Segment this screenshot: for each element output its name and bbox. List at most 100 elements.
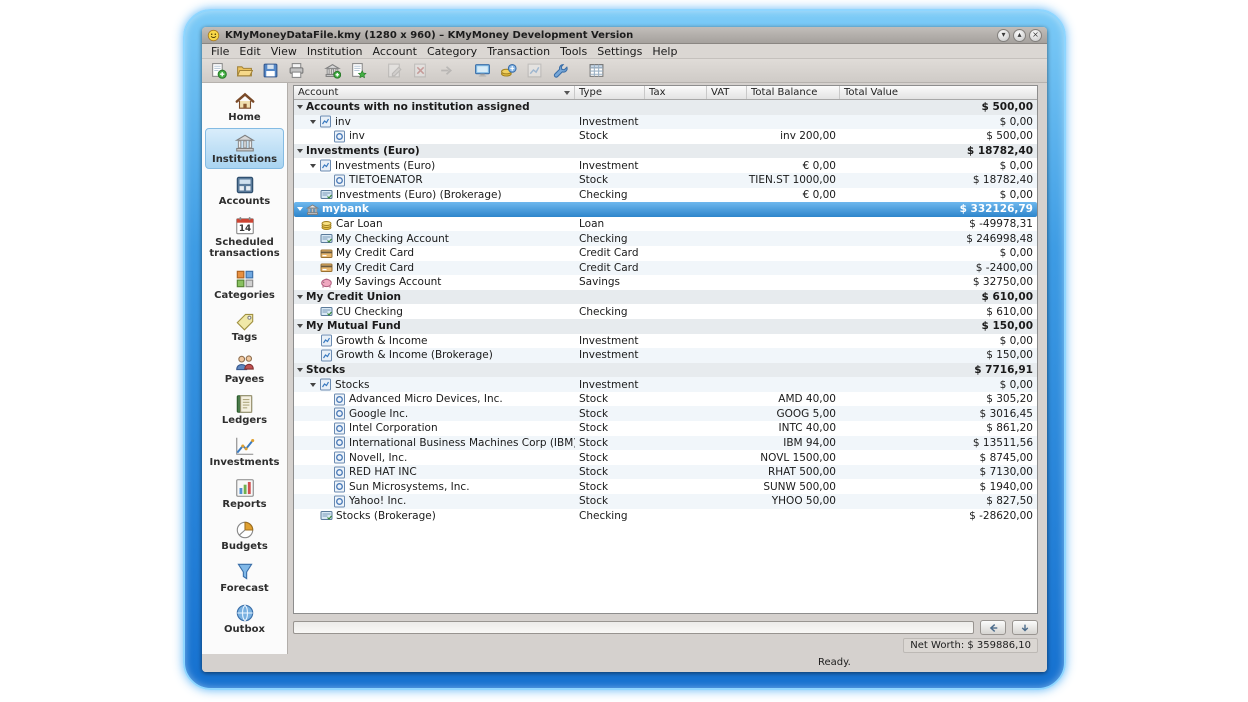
- expand-arrow[interactable]: [297, 105, 303, 109]
- sidebar-item-home[interactable]: Home: [205, 86, 284, 127]
- table-row[interactable]: My Savings AccountSavings$ 32750,00: [294, 275, 1037, 290]
- table-row[interactable]: My Credit CardCredit Card$ 0,00: [294, 246, 1037, 261]
- save-button[interactable]: [259, 60, 283, 82]
- sidebar-item-investments[interactable]: Investments: [205, 431, 284, 472]
- table-row[interactable]: Stocks$ 7716,91: [294, 363, 1037, 378]
- sidebar-item-reports[interactable]: Reports: [205, 473, 284, 514]
- table-row[interactable]: My Credit Union$ 610,00: [294, 290, 1037, 305]
- expand-arrow[interactable]: [310, 383, 316, 387]
- status-right-button[interactable]: [1012, 620, 1038, 635]
- table-row[interactable]: Yahoo! Inc.StockYHOO 50,00$ 827,50: [294, 494, 1037, 509]
- column-header-vat[interactable]: VAT: [707, 86, 747, 99]
- menu-category[interactable]: Category: [422, 45, 482, 58]
- credit-card-icon: [320, 247, 333, 260]
- table-row[interactable]: My Mutual Fund$ 150,00: [294, 319, 1037, 334]
- sidebar-item-forecast[interactable]: Forecast: [205, 557, 284, 598]
- column-header-tax[interactable]: Tax: [645, 86, 707, 99]
- table-row[interactable]: Growth & Income (Brokerage)Investment$ 1…: [294, 348, 1037, 363]
- table-row[interactable]: RED HAT INCStockRHAT 500,00$ 7130,00: [294, 465, 1037, 480]
- sidebar-item-budgets[interactable]: Budgets: [205, 515, 284, 556]
- menu-file[interactable]: File: [206, 45, 234, 58]
- checking-icon: [320, 188, 333, 201]
- expand-arrow[interactable]: [297, 295, 303, 299]
- table-row[interactable]: Sun Microsystems, Inc.StockSUNW 500,00$ …: [294, 479, 1037, 494]
- expand-arrow[interactable]: [310, 120, 316, 124]
- tools-button[interactable]: [549, 60, 573, 82]
- sidebar-item-scheduled-transactions[interactable]: 14Scheduled transactions: [205, 211, 284, 263]
- title-bar[interactable]: KMyMoneyDataFile.kmy (1280 x 960) – KMyM…: [202, 27, 1047, 44]
- sidebar-item-categories[interactable]: Categories: [205, 264, 284, 305]
- column-header-account[interactable]: Account: [294, 86, 575, 99]
- table-row[interactable]: invStockinv 200,00$ 500,00: [294, 129, 1037, 144]
- menu-edit[interactable]: Edit: [234, 45, 265, 58]
- table-row[interactable]: Investments (Euro)Investment€ 0,00$ 0,00: [294, 158, 1037, 173]
- menu-institution[interactable]: Institution: [302, 45, 368, 58]
- table-row[interactable]: Advanced Micro Devices, Inc.StockAMD 40,…: [294, 392, 1037, 407]
- menu-settings[interactable]: Settings: [592, 45, 647, 58]
- open-file-button[interactable]: [233, 60, 257, 82]
- table-row[interactable]: International Business Machines Corp (IB…: [294, 436, 1037, 451]
- table-row[interactable]: Accounts with no institution assigned$ 5…: [294, 100, 1037, 115]
- table-row[interactable]: Stocks (Brokerage)Checking$ -28620,00: [294, 509, 1037, 524]
- table-row[interactable]: Growth & IncomeInvestment$ 0,00: [294, 334, 1037, 349]
- account-name-cell: Yahoo! Inc.: [294, 495, 575, 508]
- menu-account[interactable]: Account: [368, 45, 422, 58]
- column-header-type[interactable]: Type: [575, 86, 645, 99]
- sidebar-item-outbox[interactable]: Outbox: [205, 598, 284, 639]
- account-name-cell: Accounts with no institution assigned: [294, 101, 575, 113]
- sidebar-item-payees[interactable]: Payees: [205, 348, 284, 389]
- table-row[interactable]: CU CheckingChecking$ 610,00: [294, 304, 1037, 319]
- expand-arrow[interactable]: [297, 149, 303, 153]
- sidebar-item-tags[interactable]: Tags: [205, 306, 284, 347]
- table-row[interactable]: My Credit CardCredit Card$ -2400,00: [294, 261, 1037, 276]
- chart-button[interactable]: [523, 60, 547, 82]
- expand-arrow[interactable]: [310, 164, 316, 168]
- expand-arrow[interactable]: [297, 207, 303, 211]
- column-header-label: Tax: [649, 87, 666, 98]
- table-row[interactable]: StocksInvestment$ 0,00: [294, 377, 1037, 392]
- menu-tools[interactable]: Tools: [555, 45, 592, 58]
- table-row[interactable]: TIETOENATORStockTIEN.ST 1000,00$ 18782,4…: [294, 173, 1037, 188]
- expand-arrow[interactable]: [297, 368, 303, 372]
- account-name: My Checking Account: [336, 233, 449, 245]
- table-row[interactable]: mybank$ 332126,79: [294, 202, 1037, 217]
- expand-arrow[interactable]: [297, 324, 303, 328]
- account-name-cell: RED HAT INC: [294, 466, 575, 479]
- sidebar-item-institutions[interactable]: Institutions: [205, 128, 284, 169]
- table-row[interactable]: Investments (Euro) (Brokerage)Checking€ …: [294, 188, 1037, 203]
- loan-icon: [320, 218, 333, 231]
- table-row[interactable]: invInvestment$ 0,00: [294, 115, 1037, 130]
- print-button[interactable]: [285, 60, 309, 82]
- table-row[interactable]: My Checking AccountChecking$ 246998,48: [294, 231, 1037, 246]
- ledgers-view-button[interactable]: [471, 60, 495, 82]
- table-row[interactable]: Investments (Euro)$ 18782,40: [294, 144, 1037, 159]
- column-header-total-value[interactable]: Total Value: [840, 86, 1037, 99]
- new-file-button[interactable]: [207, 60, 231, 82]
- table-row[interactable]: Intel CorporationStockINTC 40,00$ 861,20: [294, 421, 1037, 436]
- table-row[interactable]: Google Inc.StockGOOG 5,00$ 3016,45: [294, 406, 1037, 421]
- print-icon: [288, 62, 306, 79]
- close-button[interactable]: ×: [1029, 29, 1042, 42]
- column-header-label: Total Balance: [751, 87, 817, 98]
- minimize-button[interactable]: ▾: [997, 29, 1010, 42]
- currencies-button[interactable]: [497, 60, 521, 82]
- status-left-button[interactable]: [980, 620, 1006, 635]
- window-body: HomeInstitutionsAccounts14Scheduled tran…: [202, 83, 1047, 654]
- table-row[interactable]: Car LoanLoan$ -49978,31: [294, 217, 1037, 232]
- menu-transaction[interactable]: Transaction: [482, 45, 555, 58]
- menu-help[interactable]: Help: [647, 45, 682, 58]
- grid-view-button[interactable]: [585, 60, 609, 82]
- delete-button[interactable]: [409, 60, 433, 82]
- sidebar-item-accounts[interactable]: Accounts: [205, 170, 284, 211]
- account-type-cell: Investment: [575, 160, 645, 172]
- table-row[interactable]: Novell, Inc.StockNOVL 1500,00$ 8745,00: [294, 450, 1037, 465]
- sidebar-item-ledgers[interactable]: Ledgers: [205, 389, 284, 430]
- edit-button[interactable]: [383, 60, 407, 82]
- column-header-total-balance[interactable]: Total Balance: [747, 86, 840, 99]
- maximize-button[interactable]: ▴: [1013, 29, 1026, 42]
- menu-view[interactable]: View: [266, 45, 302, 58]
- account-name-cell: Advanced Micro Devices, Inc.: [294, 393, 575, 406]
- new-institution-button[interactable]: [321, 60, 345, 82]
- new-account-button[interactable]: [347, 60, 371, 82]
- enter-transaction-button[interactable]: [435, 60, 459, 82]
